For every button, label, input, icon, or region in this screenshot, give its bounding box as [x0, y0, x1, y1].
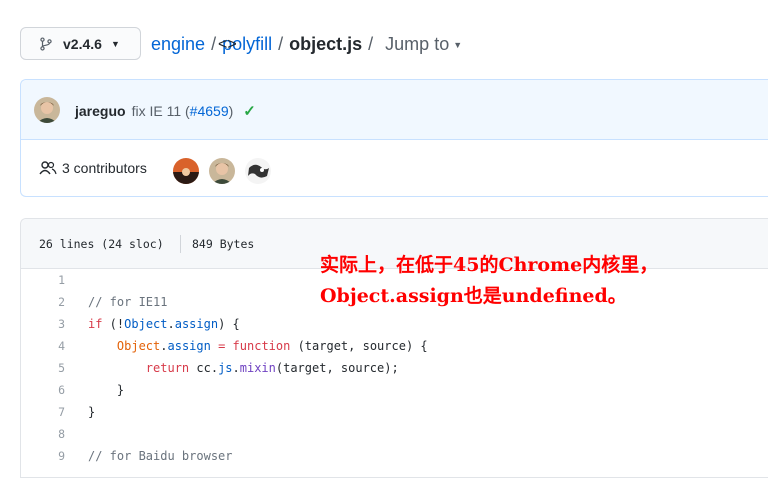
code-text: } — [88, 379, 124, 401]
code-icon: <> — [218, 35, 237, 53]
code-token: (! — [102, 317, 125, 331]
commit-message[interactable]: fix IE 11 ( — [132, 103, 190, 119]
code-text: return cc.js.mixin(target, source); — [88, 357, 399, 379]
commit-info-box: jareguo fix IE 11 ( #4659 ) ✓ 3 contribu… — [20, 79, 768, 197]
code-token: Object — [124, 317, 168, 331]
git-branch-icon — [40, 36, 52, 51]
latest-commit-row: jareguo fix IE 11 ( #4659 ) ✓ — [21, 80, 768, 140]
code-token: js — [218, 361, 233, 375]
breadcrumb-repo-link[interactable]: engine — [151, 34, 205, 55]
contributor-avatar[interactable] — [173, 158, 199, 184]
code-token: . — [167, 317, 175, 331]
code-token: ) { — [218, 317, 240, 331]
people-icon — [39, 161, 57, 175]
line-number[interactable]: 9 — [21, 445, 65, 467]
code-token: cc. — [189, 361, 219, 375]
contributor-avatar[interactable] — [209, 158, 235, 184]
divider — [180, 235, 181, 253]
code-line: 4 Object.assign = function (target, sour… — [21, 335, 768, 357]
commit-pr-link[interactable]: #4659 — [190, 103, 229, 119]
code-token: assign — [167, 339, 211, 353]
check-icon[interactable]: ✓ — [243, 102, 256, 120]
code-text: Object.assign = function (target, source… — [88, 335, 428, 357]
code-line: 5 return cc.js.mixin(target, source); — [21, 357, 768, 379]
line-number[interactable]: 6 — [21, 379, 65, 401]
code-text: } — [88, 401, 95, 423]
jump-to-label: Jump to — [385, 34, 450, 54]
line-number[interactable]: 4 — [21, 335, 65, 357]
code-token: (target, source) { — [290, 339, 428, 353]
contributors-link[interactable]: 3 contributors — [39, 160, 147, 176]
annotation-note: 实际上，在低于45的Chrome内核里，Object.assign也是undef… — [320, 254, 659, 307]
code-token: Object — [116, 339, 161, 353]
code-token: } — [88, 383, 125, 397]
code-token: // for IE11 — [88, 295, 168, 309]
author-avatar[interactable] — [34, 97, 60, 123]
line-number[interactable]: 2 — [21, 291, 65, 313]
code-token: = — [210, 339, 233, 353]
branch-select-button[interactable]: v2.4.6 ▼ — [20, 27, 141, 60]
code-token: if — [88, 317, 103, 331]
line-number[interactable]: 5 — [21, 357, 65, 379]
code-text: // for IE11 — [88, 291, 167, 313]
breadcrumb-separator: / — [368, 34, 374, 54]
code-line: 3 if (!Object.assign) { — [21, 313, 768, 335]
code-line: 7} — [21, 401, 768, 423]
code-token: . — [232, 361, 240, 375]
code-token: (target, source); — [275, 361, 399, 375]
breadcrumb-separator: / — [278, 34, 284, 54]
commit-author-link[interactable]: jareguo — [75, 103, 126, 119]
code-token: function — [232, 339, 291, 353]
breadcrumb: engine / polyfill / object.js / <> Jump … — [151, 34, 462, 55]
code-text: // for Baidu browser — [88, 445, 233, 467]
line-number[interactable]: 7 — [21, 401, 65, 423]
file-size: 849 Bytes — [192, 237, 255, 251]
commit-message-close: ) — [228, 103, 234, 119]
contributors-label: 3 contributors — [62, 160, 147, 176]
code-token: . — [160, 339, 168, 353]
chevron-down-icon: ▼ — [110, 38, 120, 49]
code-line: 8 — [21, 423, 768, 445]
line-number[interactable]: 3 — [21, 313, 65, 335]
file-line-count: 26 lines (24 sloc) — [39, 237, 164, 251]
breadcrumb-separator: / — [211, 34, 217, 54]
jump-to-button[interactable]: <> Jump to ▼ — [218, 34, 463, 55]
code-token: // for Baidu browser — [88, 449, 233, 463]
code-line: 9 // for Baidu browser — [21, 445, 768, 467]
commit-summary: jareguo fix IE 11 ( #4659 ) ✓ — [75, 102, 256, 120]
code-line: 6 } — [21, 379, 768, 401]
code-token: assign — [174, 317, 219, 331]
code-text: if (!Object.assign) { — [88, 313, 240, 335]
code-token: mixin — [239, 361, 276, 375]
breadcrumb-file-name: object.js — [289, 34, 363, 54]
code-token: return — [145, 361, 190, 375]
contributor-avatar[interactable] — [245, 158, 271, 184]
code-token: } — [88, 405, 96, 419]
branch-label: v2.4.6 — [63, 35, 102, 52]
chevron-down-icon: ▼ — [453, 39, 463, 50]
line-number[interactable]: 8 — [21, 423, 65, 445]
line-number[interactable]: 1 — [21, 269, 65, 291]
